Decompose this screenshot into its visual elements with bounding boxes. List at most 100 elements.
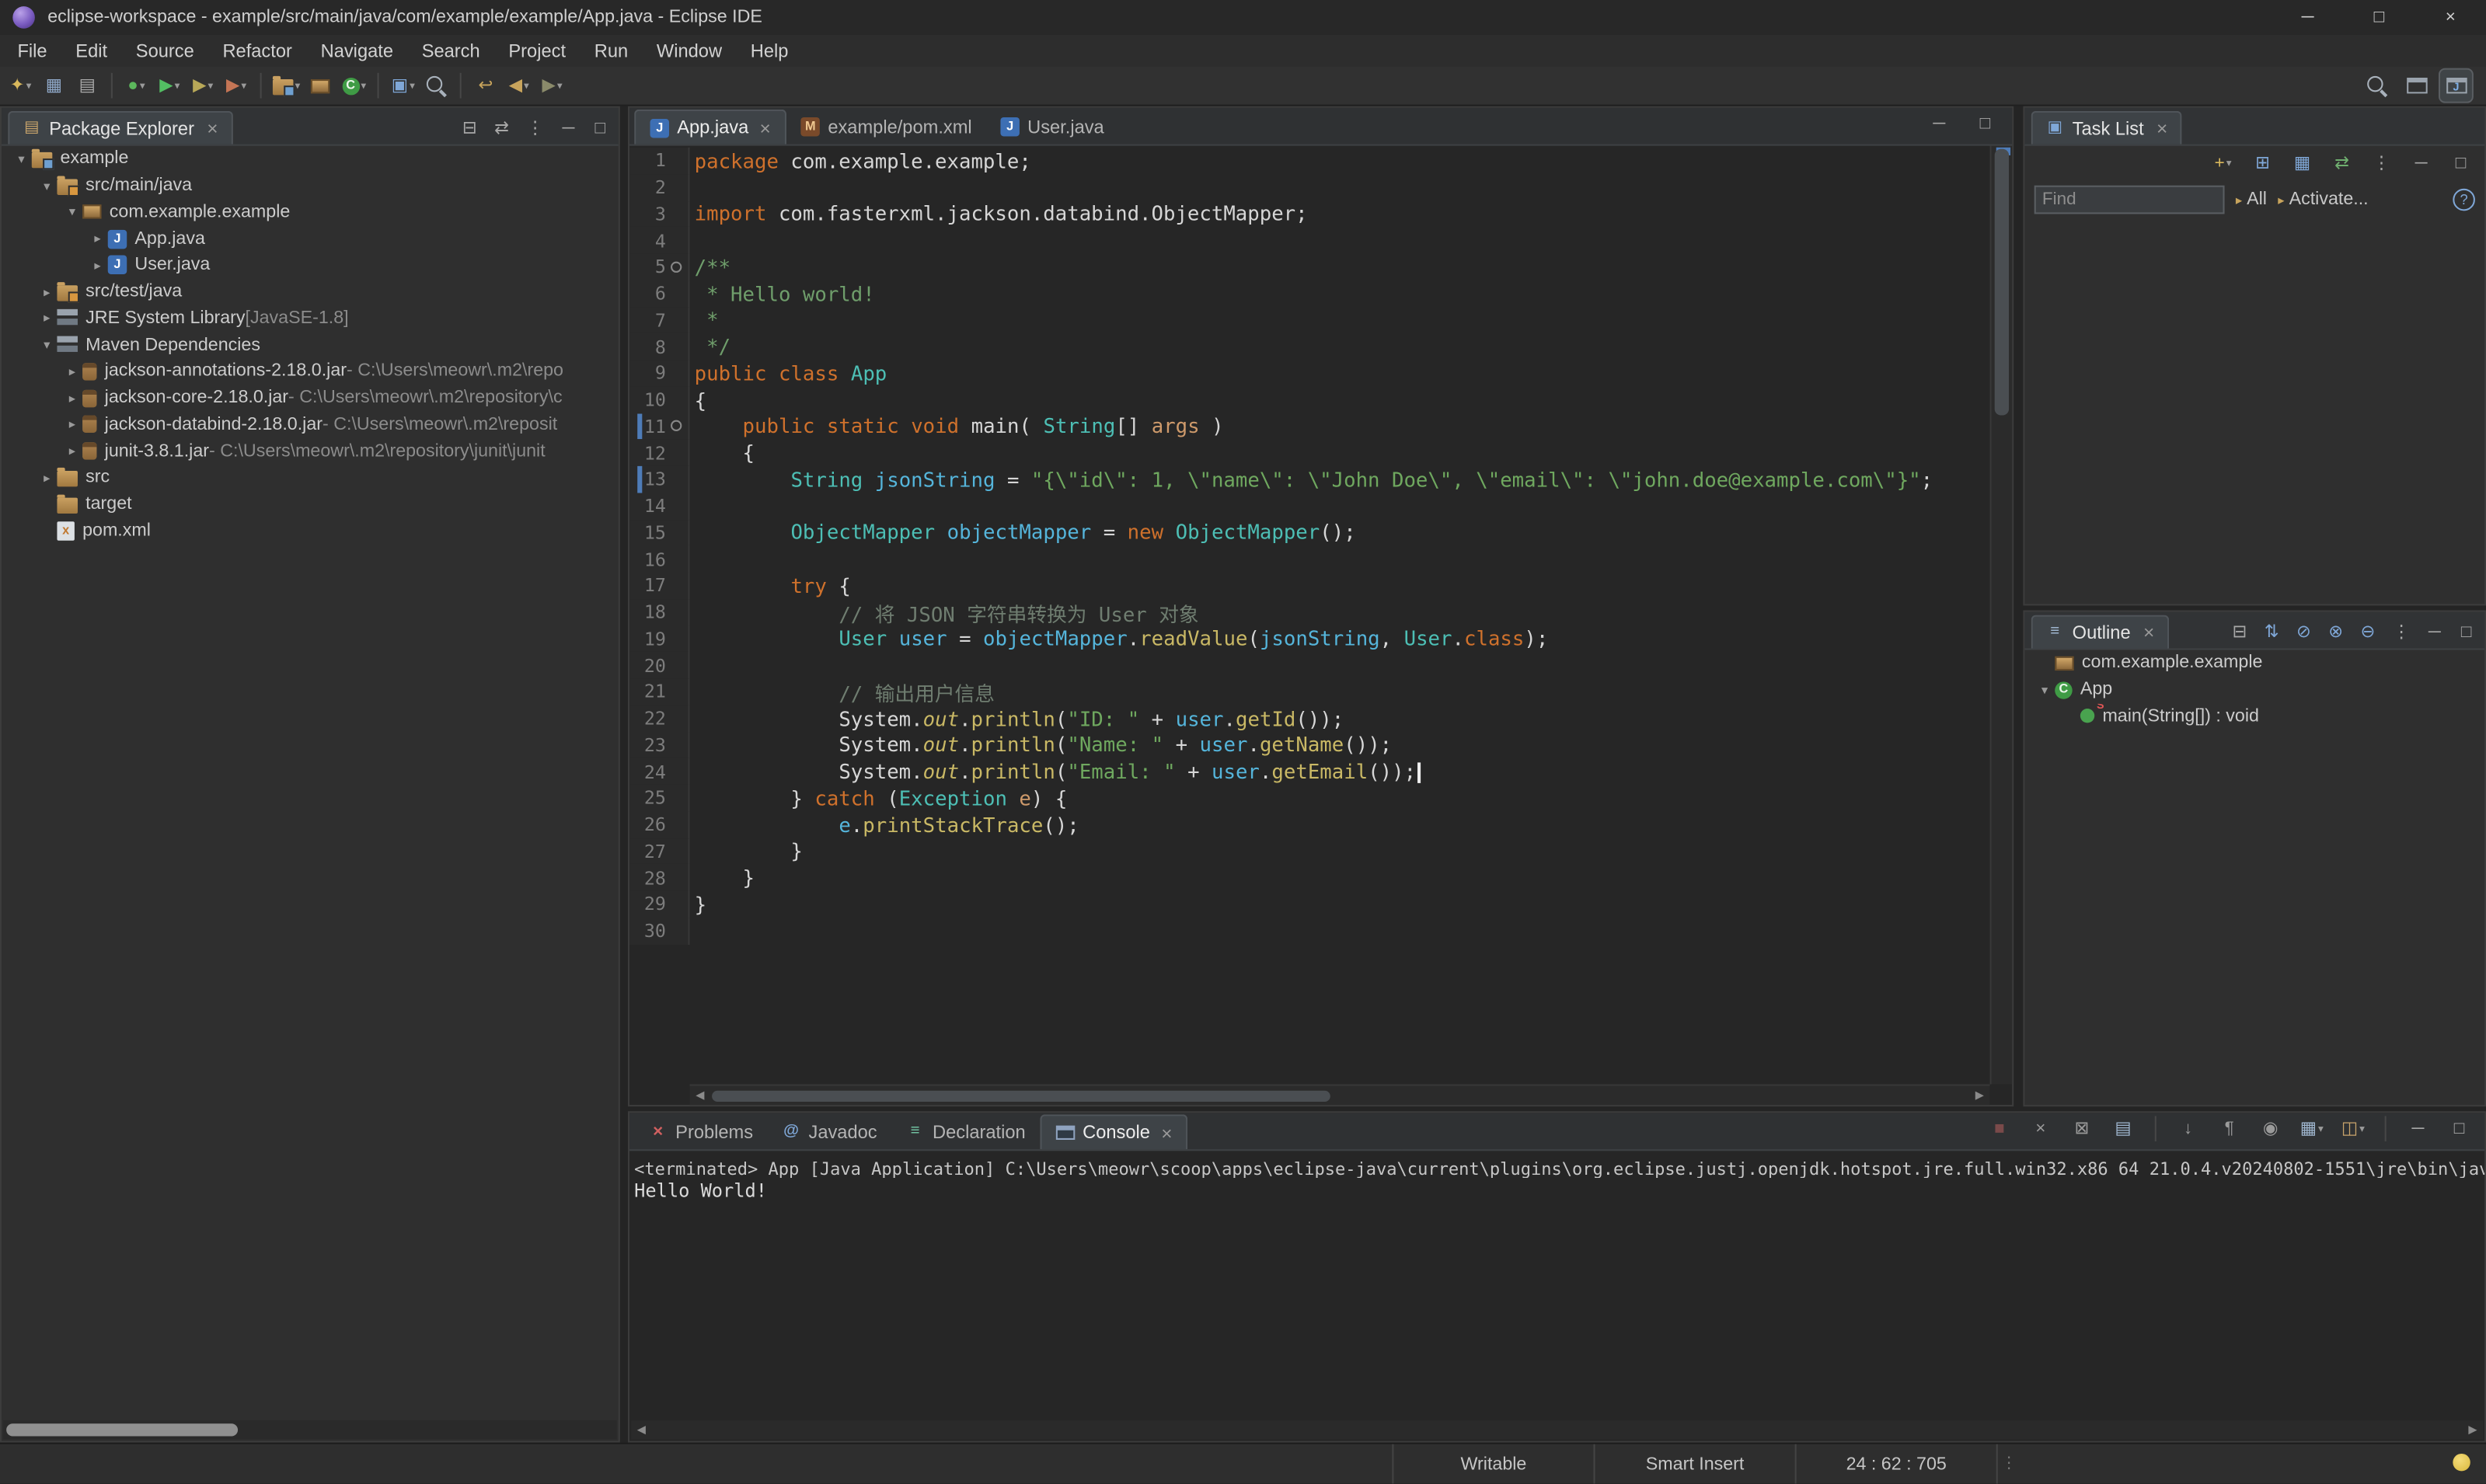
fold-column[interactable] [666, 420, 687, 432]
maximize-view-button[interactable]: □ [2456, 620, 2477, 646]
menu-file[interactable]: File [3, 35, 61, 67]
expand-arrow-icon[interactable]: ▸ [87, 232, 108, 246]
code-text[interactable]: public static void main( String[] args ) [695, 414, 1224, 438]
editor-tab-example-pom.xml[interactable]: Mexample/pom.xml [786, 110, 986, 145]
explorer-item-user.java[interactable]: ▸ J User.java [2, 252, 617, 278]
code-text[interactable]: System.out.println("ID: " + user.getId()… [695, 706, 1344, 730]
explorer-item-target[interactable]: target [2, 491, 617, 517]
explorer-item-src[interactable]: ▸ src [2, 465, 617, 491]
collapse-arrow-icon[interactable]: ▾ [62, 205, 83, 219]
explorer-item-src-test-java[interactable]: ▸ src/test/java [2, 279, 617, 305]
menu-window[interactable]: Window [643, 35, 737, 67]
quick-access-search-button[interactable] [2361, 70, 2393, 102]
code-text[interactable]: System.out.println("Name: " + user.getNa… [695, 733, 1392, 757]
gutter-cell[interactable]: 5 [629, 253, 690, 280]
terminate-button[interactable]: ■ [1983, 1113, 2015, 1144]
outline-item-com.example.example[interactable]: com.example.example [2024, 650, 2483, 677]
minimize-view-button[interactable]: ─ [2402, 1113, 2434, 1144]
view-menu-button[interactable]: ⋮ [2390, 620, 2414, 646]
package-explorer-view-tab[interactable]: ▤ Package Explorer × [8, 110, 232, 145]
outline-item-app[interactable]: ▾ C App [2024, 677, 2483, 703]
gutter-cell[interactable]: 26 [629, 811, 690, 838]
close-view-icon[interactable]: × [2157, 119, 2167, 138]
collapse-arrow-icon[interactable]: ▾ [2034, 683, 2055, 697]
minimize-button[interactable]: ─ [2272, 0, 2344, 35]
new-package-button[interactable] [305, 70, 336, 102]
scrollbar-thumb[interactable] [712, 1089, 1330, 1101]
gutter-cell[interactable]: 25 [629, 784, 690, 812]
code-text[interactable]: { [695, 388, 706, 412]
console-horizontal-scrollbar[interactable]: ◀ ▶ [631, 1420, 2484, 1440]
code-text[interactable]: { [695, 441, 755, 465]
close-button[interactable]: × [2415, 0, 2486, 35]
outline-view-tab[interactable]: ≡ Outline × [2031, 615, 2169, 649]
run-button[interactable]: ▶ ▾ [154, 70, 186, 102]
display-selected-console-button[interactable]: ▦ ▾ [2296, 1113, 2327, 1144]
new-task-button[interactable]: + ▾ [2207, 148, 2239, 179]
gutter-cell[interactable]: 6 [629, 280, 690, 307]
code-text[interactable]: } [695, 866, 755, 890]
minimize-view-button[interactable]: ─ [558, 116, 579, 141]
expand-arrow-icon[interactable]: ▸ [37, 312, 58, 326]
sort-button[interactable]: ⇅ [2261, 620, 2282, 646]
last-edit-location-button[interactable]: ↩ [469, 70, 501, 102]
code-text[interactable]: */ [695, 335, 730, 359]
explorer-item-jackson-annotations-2.18.0.jar[interactable]: ▸ jackson-annotations-2.18.0.jar - C:\Use… [2, 358, 617, 385]
debug-button[interactable]: ● ▾ [120, 70, 152, 102]
gutter-cell[interactable]: 7 [629, 306, 690, 333]
scroll-left-arrow-icon[interactable]: ◀ [690, 1086, 711, 1105]
expand-arrow-icon[interactable]: ▸ [37, 284, 58, 298]
maximize-button[interactable]: □ [2344, 0, 2415, 35]
explorer-item-src-main-java[interactable]: ▾ src/main/java [2, 172, 617, 199]
coverage-button[interactable]: ▶ ▾ [187, 70, 219, 102]
scheduled-view-button[interactable]: ▦ [2286, 148, 2318, 179]
find-input[interactable] [2034, 185, 2225, 214]
java-perspective-button[interactable]: J [2438, 68, 2474, 103]
pin-console-button[interactable]: ◉ [2254, 1113, 2286, 1144]
gutter-cell[interactable]: 11 [629, 413, 690, 440]
menu-source[interactable]: Source [121, 35, 208, 67]
expand-arrow-icon[interactable]: ▸ [62, 417, 83, 431]
explorer-item-example[interactable]: ▾ example [2, 146, 617, 172]
lightbulb-icon[interactable] [2453, 1453, 2470, 1472]
menu-project[interactable]: Project [494, 35, 580, 67]
code-text[interactable]: } catch (Exception e) { [695, 786, 1067, 810]
maximize-view-button[interactable]: □ [590, 116, 611, 141]
menu-search[interactable]: Search [407, 35, 494, 67]
fold-marker-icon[interactable] [671, 261, 682, 273]
hide-non-public-members-button[interactable]: ⊖ [2357, 620, 2378, 646]
gutter-cell[interactable]: 28 [629, 864, 690, 891]
gutter-cell[interactable]: 23 [629, 731, 690, 758]
back-button[interactable]: ◀ ▾ [503, 70, 535, 102]
gutter-cell[interactable]: 8 [629, 333, 690, 361]
clear-console-button[interactable]: ▤ [2108, 1113, 2139, 1144]
help-icon[interactable]: ? [2453, 188, 2475, 211]
explorer-item-jackson-databind-2.18.0.jar[interactable]: ▸ jackson-databind-2.18.0.jar - C:\Users\… [2, 411, 617, 437]
gutter-cell[interactable]: 30 [629, 917, 690, 944]
collapse-arrow-icon[interactable]: ▾ [11, 152, 32, 166]
new-wizard-button[interactable]: ✦ ▾ [5, 70, 37, 102]
gutter-cell[interactable]: 27 [629, 838, 690, 865]
fold-column[interactable] [666, 261, 687, 273]
console-tab-problems[interactable]: × Problems [634, 1114, 767, 1149]
minimize-editor-button[interactable]: ─ [1923, 108, 1955, 140]
forward-button[interactable]: ▶ ▾ [536, 70, 568, 102]
gutter-cell[interactable]: 15 [629, 519, 690, 546]
menu-run[interactable]: Run [580, 35, 642, 67]
code-text[interactable]: } [695, 892, 706, 916]
console-tab-console[interactable]: Console × [1040, 1114, 1188, 1150]
menu-help[interactable]: Help [736, 35, 802, 67]
new-java-project-button[interactable]: ▾ [270, 70, 303, 102]
task-list-view-tab[interactable]: ▣ Task List × [2031, 110, 2182, 145]
maximize-editor-button[interactable]: □ [1969, 108, 2001, 140]
outline-item-main-string-void[interactable]: Smain(String[]) : void [2024, 703, 2483, 730]
editor-horizontal-scrollbar[interactable]: ◀ ▶ [689, 1084, 1990, 1106]
collapse-arrow-icon[interactable]: ▾ [37, 338, 58, 352]
external-tools-button[interactable]: ▶ ▾ [221, 70, 253, 102]
editor-tab-app.java[interactable]: J App.java × [634, 109, 787, 145]
categorized-view-button[interactable]: ⊞ [2247, 148, 2279, 179]
gutter-cell[interactable]: 14 [629, 493, 690, 520]
gutter-cell[interactable]: 16 [629, 545, 690, 573]
word-wrap-button[interactable]: ¶ [2213, 1113, 2245, 1144]
view-menu-button[interactable]: ⋮ [523, 116, 547, 141]
